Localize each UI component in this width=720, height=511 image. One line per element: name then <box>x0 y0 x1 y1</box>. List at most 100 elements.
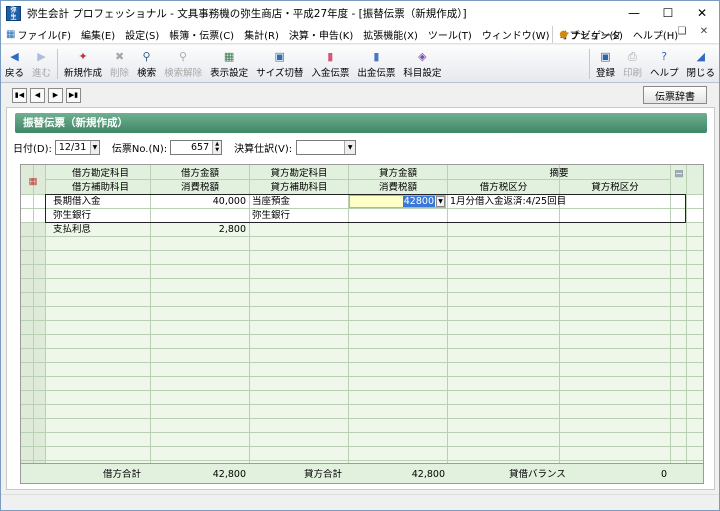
date-dropdown-icon[interactable]: ▼ <box>89 140 99 154</box>
size-toggle-button[interactable]: ▣ サイズ切替 <box>252 45 307 83</box>
window-title: 弥生会計 プロフェッショナル - 文具事務機の弥生商店・平成27年度 - [振替… <box>27 7 467 20</box>
maximize-button[interactable]: ☐ <box>651 1 685 25</box>
deposit-slip-button[interactable]: ▮ 入金伝票 <box>307 45 353 83</box>
row1-memo[interactable]: 1月分借入金返済:4/25回目 <box>450 196 668 208</box>
memo-icon[interactable]: ▤ <box>673 168 685 180</box>
toolbar-divider <box>57 49 59 79</box>
status-bar <box>1 494 719 510</box>
search-clear-icon: ⚲ <box>179 49 188 63</box>
search-icon: ⚲ <box>142 49 151 63</box>
menu-settings[interactable]: 設定(S) <box>120 27 164 42</box>
search-clear-button[interactable]: ⚲ 検索解除 <box>160 45 206 83</box>
display-settings-button[interactable]: ▦ 表示設定 <box>206 45 252 83</box>
help-button[interactable]: ? ヘルプ <box>646 45 683 83</box>
footer-debit-total-label: 借方合計 <box>103 469 142 480</box>
footer-balance: 0 <box>660 469 667 480</box>
register-label: 登録 <box>595 67 615 79</box>
row1-debit-account[interactable]: 長期借入金 <box>53 196 149 208</box>
next-record-button[interactable]: ▶ <box>48 87 63 103</box>
date-input[interactable]: 12/31 ▼ <box>54 139 100 155</box>
register-button[interactable]: ▣ 登録 <box>592 45 619 83</box>
print-label: 印刷 <box>622 67 642 79</box>
date-value: 12/31 <box>58 141 87 153</box>
menu-books-slips[interactable]: 帳簿・伝票(C) <box>164 27 239 42</box>
forward-label: 進む <box>32 67 52 79</box>
back-button[interactable]: ◀ 戻る <box>1 45 28 83</box>
settlement-label: 決算仕訳(V): <box>234 143 293 155</box>
row2-debit-account[interactable]: 支払利息 <box>53 224 149 236</box>
menu-window[interactable]: ウィンドウ(W) <box>477 27 555 42</box>
last-record-button[interactable]: ▶▮ <box>66 87 81 103</box>
row2-debit-amount[interactable]: 2,800 <box>151 224 246 236</box>
header-credit-tax: 消費税額 <box>378 182 417 193</box>
row1-credit-amount[interactable]: 42800 <box>349 196 435 208</box>
delete-button[interactable]: ✖ 削除 <box>106 45 133 83</box>
menu-file[interactable]: ファイル(F) <box>17 27 76 42</box>
prev-record-button[interactable]: ◀ <box>30 87 45 103</box>
grid-corner-icon: ▦ <box>28 176 38 187</box>
forward-arrow-icon: ▶ <box>37 49 46 63</box>
navigator-label: ナビゲータ <box>571 31 621 42</box>
header-memo: 摘要 <box>549 168 569 179</box>
slip-form-row: 日付(D): 12/31 ▼ 伝票No.(N): 657 ▲ ▼ 決算仕訳(V):… <box>7 139 357 155</box>
size-toggle-icon: ▣ <box>274 49 285 63</box>
new-button[interactable]: ✦ 新規作成 <box>60 45 106 83</box>
row1-debit-amount[interactable]: 40,000 <box>151 196 246 208</box>
account-settings-label: 科目設定 <box>403 67 442 79</box>
close-label: 閉じる <box>686 67 715 79</box>
deposit-slip-label: 入金伝票 <box>311 67 350 79</box>
withdrawal-slip-label: 出金伝票 <box>357 67 396 79</box>
back-label: 戻る <box>5 67 25 79</box>
navigator-icon: ● <box>559 29 568 40</box>
app-logo-icon: 弥生 <box>6 5 21 21</box>
search-button[interactable]: ⚲ 検索 <box>133 45 160 83</box>
mdi-minimize-button[interactable]: _ <box>649 26 671 37</box>
header-credit-tax-class: 貸方税区分 <box>591 182 639 193</box>
account-settings-button[interactable]: ◈ 科目設定 <box>399 45 445 83</box>
navigator-button[interactable]: ● ナビゲータ <box>552 26 627 43</box>
size-toggle-label: サイズ切替 <box>256 67 304 79</box>
panel-title: 振替伝票（新規作成） <box>15 113 707 133</box>
menu-closing[interactable]: 決算・申告(K) <box>284 27 358 42</box>
footer-debit-total: 42,800 <box>212 469 246 480</box>
deposit-slip-icon: ▮ <box>327 49 334 63</box>
row1-credit-amount-value: 42800 <box>402 196 435 207</box>
mdi-close-button[interactable]: ✕ <box>693 26 715 37</box>
title-bar: 弥生 弥生会計 プロフェッショナル - 文具事務機の弥生商店・平成27年度 - … <box>1 1 719 25</box>
mdi-restore-button[interactable]: ❑ <box>671 26 693 37</box>
new-document-icon: ✦ <box>78 49 88 63</box>
credit-amount-dropdown-icon[interactable]: ▼ <box>436 196 445 207</box>
row1-credit-sub[interactable]: 弥生銀行 <box>252 210 348 222</box>
settlement-dropdown-icon[interactable]: ▼ <box>344 140 356 154</box>
first-record-button[interactable]: ▮◀ <box>12 87 27 103</box>
menu-edit[interactable]: 編集(E) <box>76 27 120 42</box>
slip-dictionary-button[interactable]: 伝票辞書 <box>643 86 707 104</box>
withdrawal-slip-button[interactable]: ▮ 出金伝票 <box>353 45 399 83</box>
settlement-select[interactable]: ▼ <box>296 139 357 155</box>
header-debit-tax: 消費税額 <box>180 182 219 193</box>
menu-extensions[interactable]: 拡張機能(X) <box>358 27 423 42</box>
display-settings-icon: ▦ <box>223 49 235 63</box>
header-debit-amount: 借方金額 <box>180 168 219 179</box>
footer-credit-total: 42,800 <box>411 469 445 480</box>
register-icon: ▣ <box>600 49 611 63</box>
close-button[interactable]: ◢ 閉じる <box>682 45 719 83</box>
close-door-icon: ◢ <box>696 49 705 63</box>
back-arrow-icon: ◀ <box>10 49 19 63</box>
row1-credit-account[interactable]: 当座預金 <box>252 196 348 208</box>
forward-button[interactable]: ▶ 進む <box>28 45 55 83</box>
slip-no-input[interactable]: 657 ▲ ▼ <box>170 139 223 155</box>
withdrawal-slip-icon: ▮ <box>373 49 380 63</box>
help-label: ヘルプ <box>649 67 679 79</box>
slip-no-spinner-icon[interactable]: ▲ ▼ <box>212 140 222 154</box>
menu-tools[interactable]: ツール(T) <box>423 27 477 42</box>
minimize-button[interactable]: — <box>617 1 651 25</box>
delete-icon: ✖ <box>114 49 125 63</box>
close-window-button[interactable]: ✕ <box>685 1 719 25</box>
menu-summary[interactable]: 集計(R) <box>239 27 284 42</box>
print-button[interactable]: ⎙ 印刷 <box>619 45 646 83</box>
slip-no-label: 伝票No.(N): <box>111 143 168 155</box>
menu-file-icon: ▦ <box>6 28 16 40</box>
header-debit-account: 借方勘定科目 <box>71 168 129 179</box>
row1-debit-sub[interactable]: 弥生銀行 <box>53 210 149 222</box>
